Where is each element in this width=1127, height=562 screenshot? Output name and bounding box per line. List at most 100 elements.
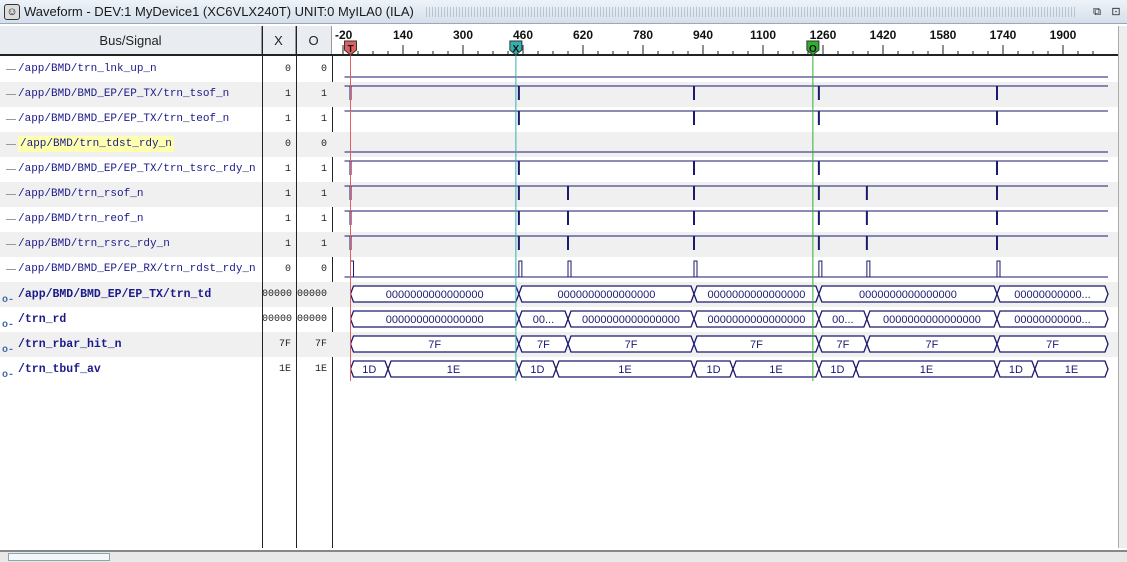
- o-value: 7F: [314, 339, 327, 350]
- signal-name[interactable]: /app/BMD/trn_rsof_n: [0, 182, 262, 207]
- signal-pulse: [818, 260, 823, 277]
- x-value: 00000: [262, 314, 293, 325]
- signal-name[interactable]: /app/BMD/trn_rsrc_rdy_n: [0, 232, 262, 257]
- x-value: 0: [284, 64, 291, 75]
- bus-value: 7F: [1046, 339, 1059, 351]
- tree-line: [6, 194, 16, 195]
- signal-name[interactable]: /app/BMD/BMD_EP/EP_TX/trn_tsof_n: [0, 82, 262, 107]
- o-value: 1E: [314, 364, 327, 375]
- bus-value: 0000000000000000: [386, 314, 484, 326]
- row-background: [332, 132, 1118, 157]
- divider: [296, 26, 297, 548]
- scroll-thumb[interactable]: [8, 553, 110, 561]
- tick-label: 1100: [750, 28, 776, 42]
- tree-line: [6, 94, 16, 95]
- o-value: 1: [320, 214, 327, 225]
- bus-value: 0000000000000000: [557, 289, 655, 301]
- bus-value: 00...: [832, 314, 853, 326]
- tick-label: 300: [453, 28, 473, 42]
- signal-pulse: [518, 260, 523, 277]
- signal-label: /app/BMD/BMD_EP/EP_TX/trn_tsrc_rdy_n: [18, 163, 256, 175]
- close-icon[interactable]: ⊡: [1108, 4, 1124, 20]
- tree-line: [6, 119, 16, 120]
- signal-name[interactable]: /app/BMD/BMD_EP/EP_RX/trn_rdst_rdy_n: [0, 257, 262, 282]
- signal-name[interactable]: /app/BMD/trn_tdst_rdy_n: [0, 132, 262, 157]
- tick-label: -20: [335, 28, 353, 42]
- o-value: 0: [320, 139, 327, 150]
- bus-value: 0000000000000000: [707, 289, 805, 301]
- bus-value: 00...: [533, 314, 554, 326]
- signal-label: /app/BMD/BMD_EP/EP_TX/trn_teof_n: [18, 113, 230, 125]
- o-value: 00000: [296, 289, 327, 300]
- bus-value: 1D: [706, 364, 720, 376]
- signal-label: /app/BMD/BMD_EP/EP_TX/trn_tsof_n: [18, 88, 230, 100]
- window-title: Waveform - DEV:1 MyDevice1 (XC6VLX240T) …: [24, 4, 414, 19]
- signal-name[interactable]: /app/BMD/BMD_EP/EP_TX/trn_tsrc_rdy_n: [0, 157, 262, 182]
- cursor-label: X: [513, 44, 520, 55]
- bus-value: 7F: [625, 339, 638, 351]
- signal-name[interactable]: /app/BMD/trn_lnk_up_n: [0, 57, 262, 82]
- signal-name[interactable]: o-/trn_tbuf_av: [0, 357, 262, 382]
- restore-icon[interactable]: ⧉: [1089, 4, 1105, 20]
- x-value: 0: [284, 139, 291, 150]
- x-value: 1: [284, 239, 291, 250]
- bus-value: 1E: [769, 364, 782, 376]
- tree-line: [6, 244, 16, 245]
- tick-label: 780: [633, 28, 653, 42]
- bus-value: 0000000000000000: [707, 314, 805, 326]
- tick-label: 140: [393, 28, 413, 42]
- o-value: 1: [320, 114, 327, 125]
- x-value: 00000: [262, 289, 293, 300]
- signal-name[interactable]: /app/BMD/BMD_EP/EP_TX/trn_teof_n: [0, 107, 262, 132]
- bus-value: 7F: [750, 339, 763, 351]
- signal-label: /trn_tbuf_av: [18, 363, 101, 376]
- bus-value: 7F: [836, 339, 849, 351]
- tick-label: 1420: [870, 28, 897, 42]
- tree-line: [6, 269, 16, 270]
- signal-label: /trn_rd: [18, 313, 67, 326]
- bus-value: 0000000000000000: [582, 314, 680, 326]
- bus-value: 7F: [428, 339, 441, 351]
- o-value: 1: [320, 89, 327, 100]
- bus-value: 1D: [362, 364, 376, 376]
- bus-value: 1D: [830, 364, 844, 376]
- signal-label: /app/BMD/BMD_EP/EP_TX/trn_td: [18, 288, 212, 301]
- o-value: 00000: [296, 314, 327, 325]
- o-value: 0: [320, 264, 327, 275]
- bus-signal-header[interactable]: Bus/Signal: [0, 26, 262, 54]
- expand-icon[interactable]: o-: [2, 363, 14, 388]
- o-value: 1: [320, 164, 327, 175]
- x-value: 1: [284, 114, 291, 125]
- signal-pulse: [866, 260, 871, 277]
- tree-line: [6, 219, 16, 220]
- x-header[interactable]: X: [262, 26, 296, 54]
- title-grip: [425, 6, 1077, 17]
- o-value: 1: [320, 239, 327, 250]
- tree-line: [6, 144, 16, 145]
- bus-value: 00000000000...: [1014, 289, 1090, 301]
- tick-label: 1900: [1050, 28, 1077, 42]
- signal-name[interactable]: /app/BMD/trn_reof_n: [0, 207, 262, 232]
- signal-name[interactable]: o-/trn_rd: [0, 307, 262, 332]
- bus-value: 1E: [1065, 364, 1078, 376]
- o-header[interactable]: O: [296, 26, 332, 54]
- app-icon: ☺: [4, 3, 20, 20]
- horizontal-scrollbar[interactable]: [0, 550, 1127, 562]
- signal-label: /app/BMD/trn_reof_n: [18, 213, 144, 225]
- tree-line: [6, 169, 16, 170]
- signal-label: /app/BMD/trn_lnk_up_n: [18, 63, 157, 75]
- bus-value: 00000000000...: [1014, 314, 1090, 326]
- x-value: 1: [284, 164, 291, 175]
- x-value: 1E: [278, 364, 291, 375]
- bus-value: 1D: [530, 364, 544, 376]
- tick-label: 1740: [990, 28, 1017, 42]
- signal-label: /app/BMD/trn_tdst_rdy_n: [18, 136, 174, 152]
- signal-name[interactable]: o-/trn_rbar_hit_n: [0, 332, 262, 357]
- bus-value: 7F: [926, 339, 939, 351]
- waveform-canvas[interactable]: -20 140 300 460 620 780 940 1100 1260 1420 1580 174…: [332, 26, 1118, 548]
- tick-label: 940: [693, 28, 713, 42]
- vertical-scrollbar[interactable]: [1118, 26, 1127, 548]
- o-value: 0: [320, 64, 327, 75]
- signal-name[interactable]: o-/app/BMD/BMD_EP/EP_TX/trn_td: [0, 282, 262, 307]
- signal-pulse: [996, 260, 1001, 277]
